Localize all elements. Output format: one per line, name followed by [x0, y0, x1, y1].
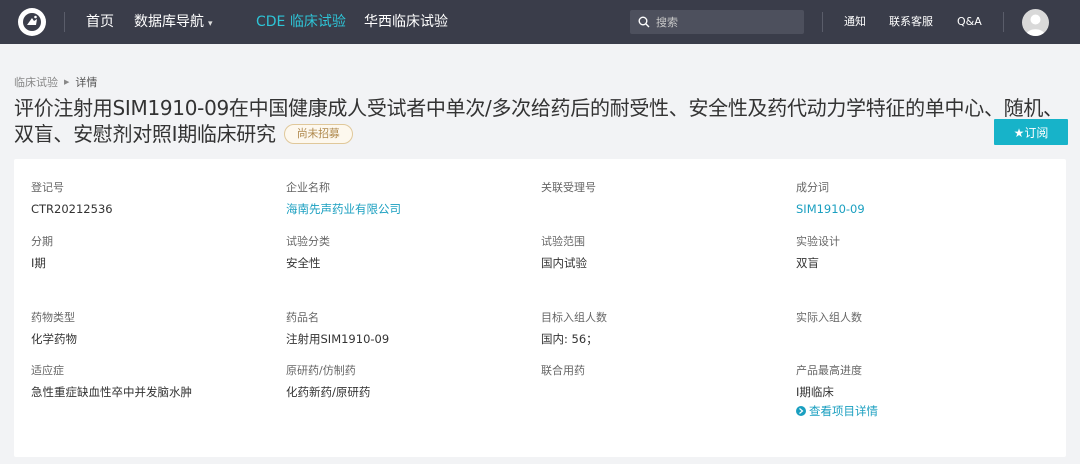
field-highest-progress: 产品最高进度 I期临床 查看项目详情	[796, 364, 1036, 419]
support-link[interactable]: 联系客服	[889, 0, 933, 44]
field-registration-number: 登记号 CTR20212536	[31, 181, 271, 216]
page-title: 评价注射用SIM1910-09在中国健康成人受试者中单次/多次给药后的耐受性、安…	[14, 95, 1064, 147]
trial-info-card: 登记号 CTR20212536 企业名称 海南先声药业有限公司 关联受理号 成分…	[14, 159, 1066, 457]
nav-divider	[64, 12, 65, 32]
field-value: I期临床	[796, 385, 834, 399]
chevron-right-icon: ▶	[64, 78, 70, 86]
field-label: 产品最高进度	[796, 364, 862, 377]
field-target-enrollment: 目标入组人数 国内: 56；	[541, 311, 781, 346]
qa-link[interactable]: Q&A	[957, 0, 982, 44]
nav-database-menu[interactable]: 数据库导航 ▾	[134, 0, 213, 44]
field-label: 试验范围	[541, 235, 585, 248]
ingredient-link[interactable]: SIM1910-09	[796, 202, 1036, 216]
breadcrumb-clinical-trials[interactable]: 临床试验	[14, 74, 58, 90]
field-value: I期	[31, 256, 46, 270]
field-label: 适应症	[31, 364, 64, 377]
top-nav-bar: 首页 数据库导航 ▾ CDE 临床试验 华西临床试验 通知 联系客服 Q&A	[0, 0, 1080, 44]
field-label: 目标入组人数	[541, 311, 607, 324]
field-drug-name: 药品名 注射用SIM1910-09	[286, 311, 526, 346]
field-label: 试验分类	[286, 235, 330, 248]
field-label: 原研药/仿制药	[286, 364, 356, 377]
nav-home[interactable]: 首页	[86, 0, 114, 44]
chevron-down-icon: ▾	[208, 19, 213, 29]
field-phase: 分期 I期	[31, 235, 271, 270]
arrow-right-circle-icon	[796, 406, 806, 416]
field-value: 国内试验	[541, 256, 587, 270]
field-value: 化药新药/原研药	[286, 385, 371, 399]
field-label: 分期	[31, 235, 53, 248]
nav-divider	[1003, 12, 1004, 32]
field-value: CTR20212536	[31, 202, 113, 216]
field-value: 急性重症缺血性卒中并发脑水肿	[31, 385, 192, 399]
field-ingredient: 成分词 SIM1910-09	[796, 181, 1036, 216]
field-design: 实验设计 双盲	[796, 235, 1036, 270]
field-originator: 原研药/仿制药 化药新药/原研药	[286, 364, 526, 399]
notifications-link[interactable]: 通知	[844, 0, 866, 44]
field-label: 企业名称	[286, 181, 330, 194]
field-actual-enrollment: 实际入组人数	[796, 311, 1036, 332]
logo-icon[interactable]	[18, 8, 46, 36]
field-value: 注射用SIM1910-09	[286, 332, 390, 346]
field-value: 国内: 56；	[541, 332, 598, 346]
view-project-details-label: 查看项目详情	[809, 404, 878, 418]
field-indication: 适应症 急性重症缺血性卒中并发脑水肿	[31, 364, 271, 399]
field-label: 实际入组人数	[796, 311, 862, 324]
field-value: 双盲	[796, 256, 819, 270]
nav-divider	[822, 12, 823, 32]
field-acceptance-number: 关联受理号	[541, 181, 781, 202]
nav-huaxi-trials[interactable]: 华西临床试验	[364, 0, 448, 44]
search-box[interactable]	[630, 10, 804, 34]
field-label: 联合用药	[541, 364, 585, 377]
breadcrumb-current: 详情	[75, 76, 98, 89]
status-badge: 尚未招募	[283, 123, 353, 144]
avatar[interactable]	[1022, 9, 1049, 36]
field-label: 登记号	[31, 181, 64, 194]
view-project-details-link[interactable]: 查看项目详情	[796, 403, 1036, 419]
field-value: 化学药物	[31, 332, 77, 346]
field-label: 实验设计	[796, 235, 840, 248]
field-company: 企业名称 海南先声药业有限公司	[286, 181, 526, 216]
company-link[interactable]: 海南先声药业有限公司	[286, 202, 526, 216]
subscribe-button[interactable]: ★订阅	[994, 119, 1068, 145]
field-drug-type: 药物类型 化学药物	[31, 311, 271, 346]
field-combination: 联合用药	[541, 364, 781, 385]
field-label: 成分词	[796, 181, 829, 194]
search-icon	[638, 16, 650, 28]
user-icon	[1026, 14, 1045, 36]
trial-title-text: 评价注射用SIM1910-09在中国健康成人受试者中单次/多次给药后的耐受性、安…	[14, 96, 1063, 146]
nav-cde-trials[interactable]: CDE 临床试验	[256, 0, 346, 44]
nav-database-label: 数据库导航	[134, 14, 204, 30]
field-trial-category: 试验分类 安全性	[286, 235, 526, 270]
search-input[interactable]	[656, 15, 796, 29]
field-trial-scope: 试验范围 国内试验	[541, 235, 781, 270]
field-label: 关联受理号	[541, 181, 596, 194]
field-label: 药品名	[286, 311, 319, 324]
field-value: 安全性	[286, 256, 321, 270]
field-label: 药物类型	[31, 311, 75, 324]
breadcrumb: 临床试验 ▶ 详情	[14, 74, 97, 90]
